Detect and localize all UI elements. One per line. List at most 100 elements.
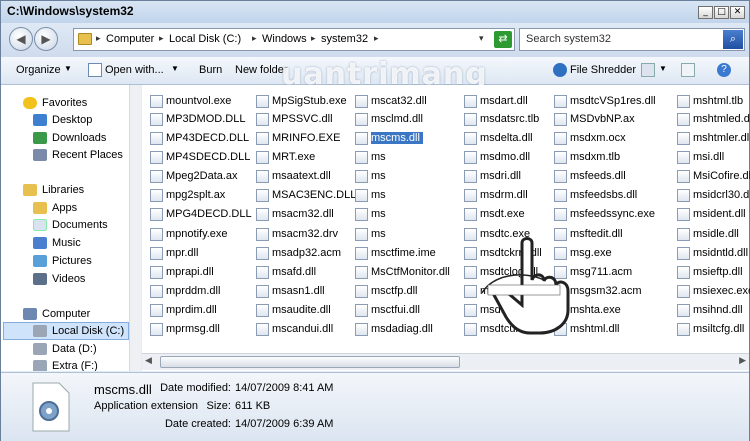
- sidebar-item-favorites[interactable]: Favorites: [23, 95, 87, 112]
- refresh-icon[interactable]: ⇄: [494, 31, 512, 48]
- crumb-windows[interactable]: Windows: [262, 33, 307, 45]
- file-item[interactable]: MP4SDECD.DLL: [150, 149, 250, 166]
- file-item[interactable]: msctfui.dll: [355, 302, 420, 319]
- file-item[interactable]: msdtcVSp1res.dll: [554, 93, 656, 110]
- file-item[interactable]: msident.dll: [677, 206, 746, 223]
- file-item[interactable]: msctfime.ime: [355, 245, 436, 262]
- file-item[interactable]: mshtmled.dll: [677, 111, 750, 128]
- file-item[interactable]: mountvol.exe: [150, 93, 231, 110]
- file-item[interactable]: msdelta.dll: [464, 130, 533, 147]
- sidebar-item-desktop[interactable]: Desktop: [33, 112, 92, 129]
- file-item[interactable]: msdxm.ocx: [554, 130, 626, 147]
- file-item[interactable]: ms: [355, 187, 386, 204]
- file-item[interactable]: MPG4DECD.DLL: [150, 206, 252, 223]
- search-input[interactable]: Search system32: [526, 33, 611, 45]
- sidebar-item-local-disk[interactable]: Local Disk (C:): [33, 323, 124, 340]
- sidebar-scrollbar[interactable]: [129, 85, 141, 371]
- file-item[interactable]: ms: [355, 226, 386, 243]
- sidebar-item-data[interactable]: Data (D:): [33, 341, 97, 358]
- chevron-down-icon[interactable]: ▼: [64, 64, 72, 73]
- file-item[interactable]: MRT.exe: [256, 149, 315, 166]
- file-item[interactable]: ms: [355, 149, 386, 166]
- file-item[interactable]: msidcrl30.dll: [677, 187, 750, 204]
- close-button[interactable]: ✕: [730, 6, 745, 19]
- file-item[interactable]: msacm32.dll: [256, 206, 334, 223]
- file-item[interactable]: msieftp.dll: [677, 264, 743, 281]
- file-item[interactable]: MsiCofire.dll: [677, 168, 750, 185]
- title-bar[interactable]: C:\Windows\system32 _ □ ✕: [1, 1, 749, 23]
- organize-button[interactable]: Organize: [16, 64, 61, 76]
- file-item[interactable]: mpnotify.exe: [150, 226, 228, 243]
- file-item[interactable]: msfeedssync.exe: [554, 206, 655, 223]
- forward-button[interactable]: ▶: [34, 27, 58, 51]
- search-icon[interactable]: ⌕: [723, 30, 743, 49]
- file-item[interactable]: msasn1.dll: [256, 283, 325, 300]
- file-item[interactable]: msdt.exe: [464, 206, 525, 223]
- file-item-selected[interactable]: mscms.dll: [355, 130, 423, 147]
- file-item[interactable]: mprapi.dll: [150, 264, 214, 281]
- sidebar-item-downloads[interactable]: Downloads: [33, 130, 106, 147]
- file-item[interactable]: mscat32.dll: [355, 93, 427, 110]
- preview-pane-icon[interactable]: [681, 63, 695, 77]
- new-folder-button[interactable]: New folder: [235, 64, 288, 76]
- file-shredder-button[interactable]: File Shredder: [570, 64, 636, 76]
- file-item[interactable]: msi.dll: [677, 149, 724, 166]
- file-item[interactable]: msiexec.exe: [677, 283, 750, 300]
- file-item[interactable]: msdadiag.dll: [355, 321, 433, 338]
- file-item[interactable]: MSDvbNP.ax: [554, 111, 635, 128]
- file-item[interactable]: msaudite.dll: [256, 302, 331, 319]
- scroll-left-icon[interactable]: ◀: [145, 355, 152, 366]
- file-item[interactable]: msfeeds.dll: [554, 168, 626, 185]
- file-item[interactable]: msdxm.tlb: [554, 149, 620, 166]
- scroll-right-icon[interactable]: ▶: [739, 355, 746, 366]
- file-item[interactable]: MP43DECD.DLL: [150, 130, 249, 147]
- file-item[interactable]: MpSigStub.exe: [256, 93, 347, 110]
- crumb-system32[interactable]: system32: [321, 33, 368, 45]
- sidebar-item-recent-places[interactable]: Recent Places: [33, 147, 123, 164]
- file-item[interactable]: MSAC3ENC.DLL: [256, 187, 356, 204]
- open-with-button[interactable]: Open with...: [105, 64, 164, 76]
- file-item[interactable]: ms: [355, 206, 386, 223]
- minimize-button[interactable]: _: [698, 6, 713, 19]
- maximize-button[interactable]: □: [714, 6, 729, 19]
- help-icon[interactable]: ?: [717, 63, 731, 77]
- file-item[interactable]: msiltcfg.dll: [677, 321, 744, 338]
- file-item[interactable]: mpr.dll: [150, 245, 198, 262]
- crumb-local-disk[interactable]: Local Disk (C:): [169, 33, 241, 45]
- file-item[interactable]: msidntld.dll: [677, 245, 748, 262]
- chevron-down-icon[interactable]: ▾: [479, 33, 484, 44]
- address-bar[interactable]: ▸ Computer ▸ Local Disk (C:) ▸ Windows ▸…: [73, 28, 515, 51]
- view-options-icon[interactable]: [641, 63, 655, 77]
- file-item[interactable]: msdrm.dll: [464, 187, 528, 204]
- file-item[interactable]: mprdim.dll: [150, 302, 217, 319]
- sidebar-item-apps[interactable]: Apps: [33, 200, 77, 217]
- file-item[interactable]: msctfp.dll: [355, 283, 417, 300]
- file-item[interactable]: MsCtfMonitor.dll: [355, 264, 450, 281]
- sidebar-item-computer[interactable]: Computer: [23, 306, 90, 323]
- file-item[interactable]: msihnd.dll: [677, 302, 743, 319]
- file-item[interactable]: msdart.dll: [464, 93, 528, 110]
- file-item[interactable]: MRINFO.EXE: [256, 130, 340, 147]
- sidebar-item-libraries[interactable]: Libraries: [23, 182, 84, 199]
- file-item[interactable]: msfeedsbs.dll: [554, 187, 637, 204]
- crumb-computer[interactable]: Computer: [106, 33, 154, 45]
- file-item[interactable]: msadp32.acm: [256, 245, 341, 262]
- file-item[interactable]: mprddm.dll: [150, 283, 220, 300]
- file-item[interactable]: msaatext.dll: [256, 168, 331, 185]
- chevron-down-icon[interactable]: ▼: [659, 64, 667, 73]
- burn-button[interactable]: Burn: [199, 64, 222, 76]
- file-item[interactable]: mshtmler.dll: [677, 130, 750, 147]
- file-item[interactable]: Mpeg2Data.ax: [150, 168, 238, 185]
- file-item[interactable]: mpg2splt.ax: [150, 187, 225, 204]
- sidebar-item-videos[interactable]: Videos: [33, 271, 85, 288]
- sidebar-item-extra[interactable]: Extra (F:): [33, 358, 98, 371]
- search-box[interactable]: Search system32 ⌕: [519, 28, 745, 51]
- file-item[interactable]: msidle.dll: [677, 226, 739, 243]
- file-item[interactable]: msdatsrc.tlb: [464, 111, 539, 128]
- file-item[interactable]: ms: [355, 168, 386, 185]
- file-item[interactable]: mshtml.tlb: [677, 93, 743, 110]
- file-item[interactable]: msafd.dll: [256, 264, 316, 281]
- back-button[interactable]: ◀: [9, 27, 33, 51]
- file-item[interactable]: MP3DMOD.DLL: [150, 111, 245, 128]
- sidebar-item-pictures[interactable]: Pictures: [33, 253, 92, 270]
